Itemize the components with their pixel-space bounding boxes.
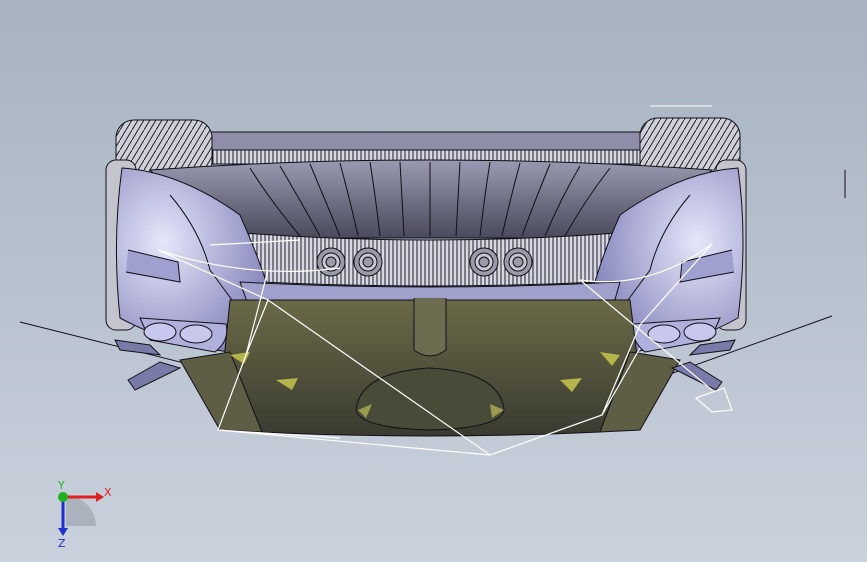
y-axis-label: Y [57, 479, 65, 492]
cad-scene[interactable]: X Y Z [0, 0, 867, 562]
y-axis-dot [58, 492, 68, 502]
graphics-viewport[interactable]: X Y Z [0, 0, 867, 562]
z-axis-label: Z [58, 537, 66, 550]
x-axis-label: X [104, 486, 112, 499]
rear-chassis[interactable] [207, 131, 643, 165]
